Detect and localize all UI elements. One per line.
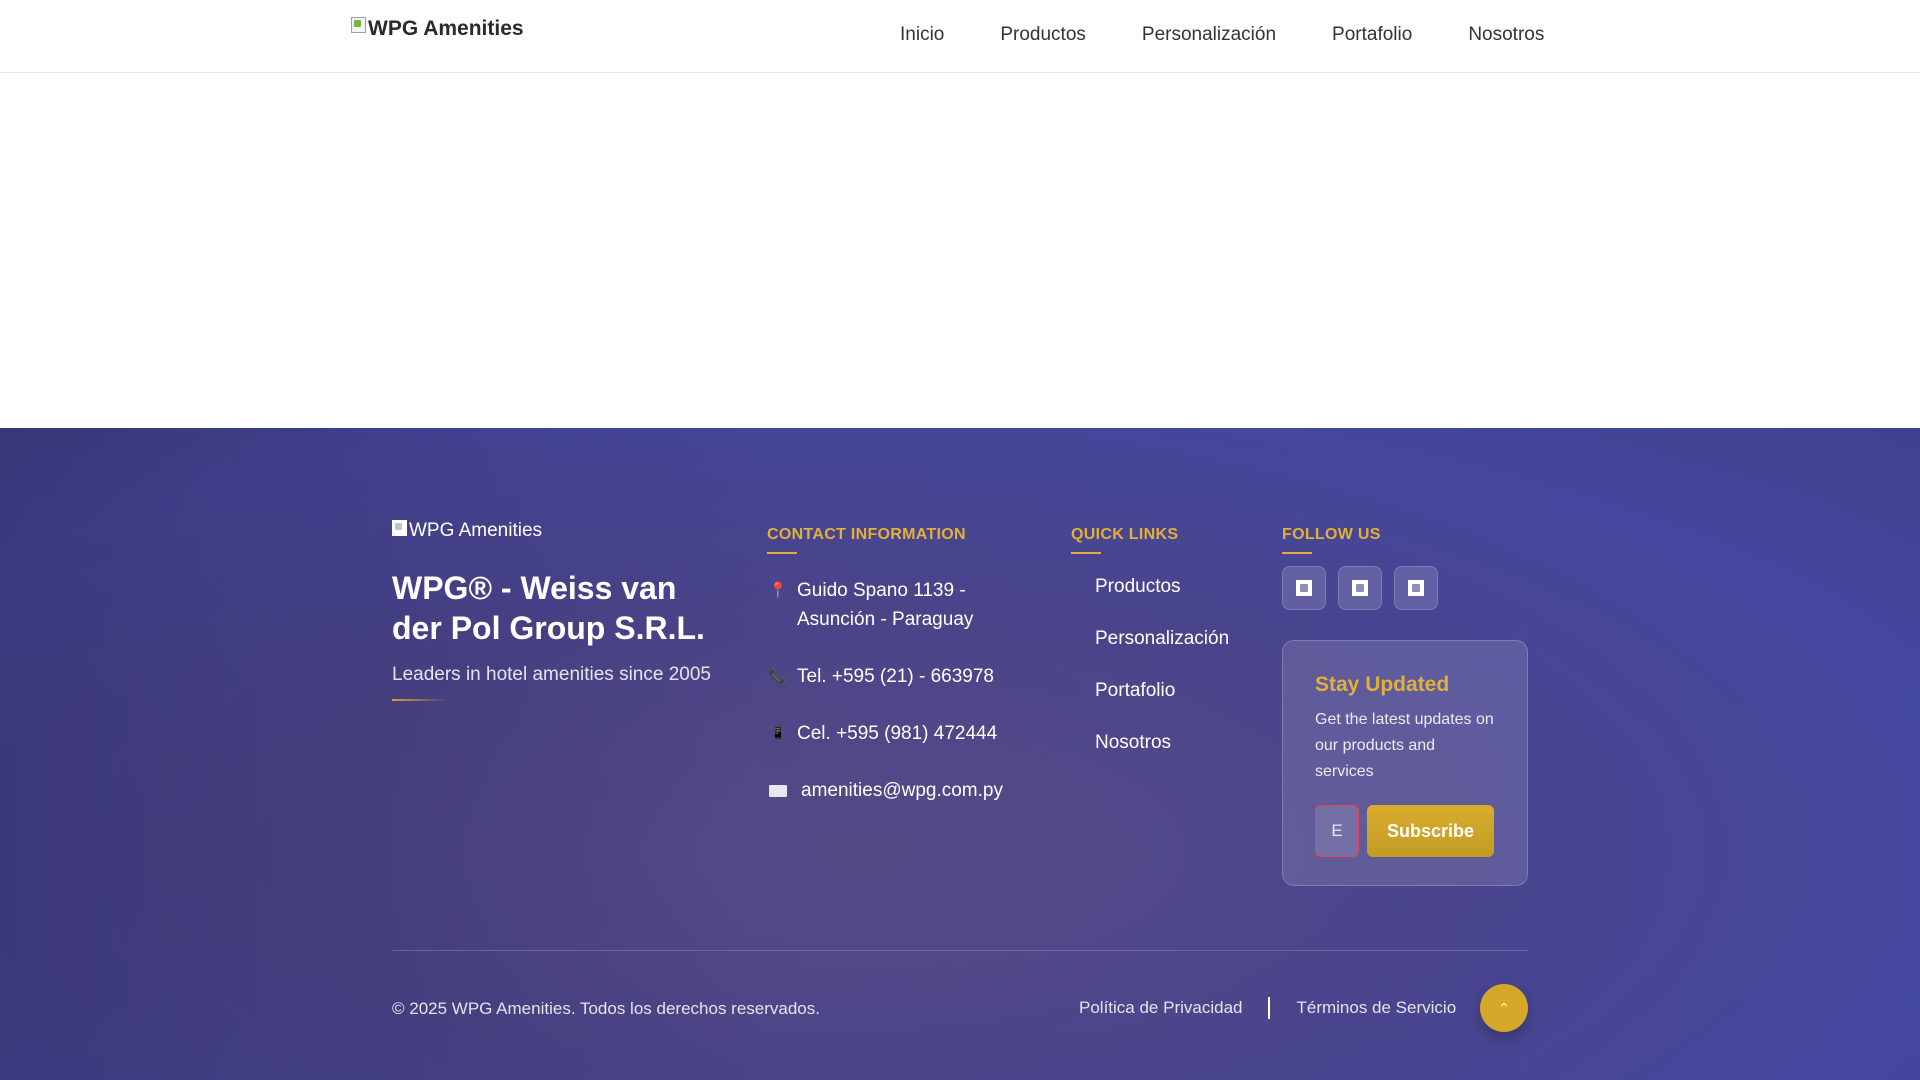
contact-tel[interactable]: 📞 Tel. +595 (21) - 663978 [767, 662, 1047, 691]
quick-links-underline [1071, 552, 1101, 554]
cel-text: Cel. +595 (981) 472444 [797, 723, 998, 744]
broken-image-icon [1407, 580, 1424, 596]
broken-image-icon [392, 520, 408, 536]
contact-title-underline [767, 552, 797, 554]
chevron-up-icon: ⌃ [1498, 999, 1510, 1016]
nav-nosotros[interactable]: Nosotros [1468, 24, 1544, 46]
mobile-icon: 📱 [770, 726, 786, 740]
footer-divider [392, 950, 1528, 951]
copyright-text: © 2025 WPG Amenities. Todos los derechos… [392, 999, 820, 1018]
legal-separator [1268, 997, 1271, 1019]
newsletter-box: Stay Updated Get the latest updates on o… [1282, 640, 1528, 886]
legal-links: Política de Privacidad Términos de Servi… [1079, 997, 1456, 1019]
quick-links: QUICK LINKS Productos Personalización Po… [1071, 526, 1251, 754]
broken-image-icon [351, 17, 367, 33]
footer-link-nosotros[interactable]: Nosotros [1071, 732, 1251, 754]
footer-logo[interactable]: WPG Amenities [392, 520, 712, 542]
email-text: amenities@wpg.com.py [801, 780, 1003, 801]
contact-address: 📍 Guido Spano 1139 - Asunción - Paraguay [767, 576, 1047, 634]
contact-email[interactable]: amenities@wpg.com.py [767, 776, 1047, 805]
company-name: WPG® - Weiss van der Pol Group S.R.L. [392, 570, 705, 646]
newsletter-title: Stay Updated [1315, 673, 1450, 696]
social-link-1[interactable] [1282, 566, 1326, 610]
map-pin-icon: 📍 [768, 582, 788, 599]
follow-title: FOLLOW US [1282, 526, 1381, 543]
footer-link-productos[interactable]: Productos [1071, 576, 1251, 598]
social-link-3[interactable] [1394, 566, 1438, 610]
privacy-link[interactable]: Política de Privacidad [1079, 998, 1242, 1018]
subscribe-button[interactable]: Subscribe [1367, 805, 1494, 857]
contact-title: CONTACT INFORMATION [767, 526, 966, 543]
header-logo-alt: WPG Amenities [368, 17, 524, 40]
broken-image-icon [1351, 580, 1368, 596]
footer-brand: WPG Amenities WPG® - Weiss van der Pol G… [392, 520, 712, 701]
social-links [1282, 566, 1528, 610]
nav-productos[interactable]: Productos [1000, 24, 1086, 46]
contact-cel[interactable]: 📱 Cel. +595 (981) 472444 [767, 719, 1047, 748]
nav-personalizacion[interactable]: Personalización [1142, 24, 1276, 46]
newsletter-form: Subscribe [1315, 805, 1495, 857]
back-to-top-button[interactable]: ⌃ [1480, 984, 1528, 1032]
nav-portafolio[interactable]: Portafolio [1332, 24, 1412, 46]
brand-underline [392, 699, 448, 701]
nav-inicio[interactable]: Inicio [900, 24, 944, 46]
site-header: WPG Amenities Inicio Productos Personali… [0, 0, 1920, 73]
footer-link-portafolio[interactable]: Portafolio [1071, 680, 1251, 702]
quick-links-title: QUICK LINKS [1071, 526, 1179, 543]
social-link-2[interactable] [1338, 566, 1382, 610]
footer-logo-alt: WPG Amenities [409, 520, 543, 541]
broken-image-icon [1295, 580, 1312, 596]
header-logo[interactable]: WPG Amenities [351, 17, 524, 41]
follow-underline [1282, 552, 1312, 554]
tel-text: Tel. +595 (21) - 663978 [797, 666, 994, 687]
site-footer: WPG Amenities WPG® - Weiss van der Pol G… [0, 428, 1920, 1080]
footer-link-personalizacion[interactable]: Personalización [1071, 628, 1251, 650]
main-nav: Inicio Productos Personalización Portafo… [900, 24, 1544, 46]
phone-icon: 📞 [768, 668, 788, 685]
envelope-icon [769, 785, 787, 797]
company-tagline: Leaders in hotel amenities since 2005 [392, 664, 711, 685]
newsletter-text: Get the latest updates on our products a… [1315, 711, 1494, 780]
contact-info: CONTACT INFORMATION 📍 Guido Spano 1139 -… [767, 526, 1047, 805]
newsletter-email-input[interactable] [1315, 805, 1359, 857]
address-text: Guido Spano 1139 - Asunción - Paraguay [797, 580, 974, 630]
follow-us: FOLLOW US Stay Updated Get the latest up… [1282, 526, 1528, 886]
terms-link[interactable]: Términos de Servicio [1296, 998, 1456, 1018]
